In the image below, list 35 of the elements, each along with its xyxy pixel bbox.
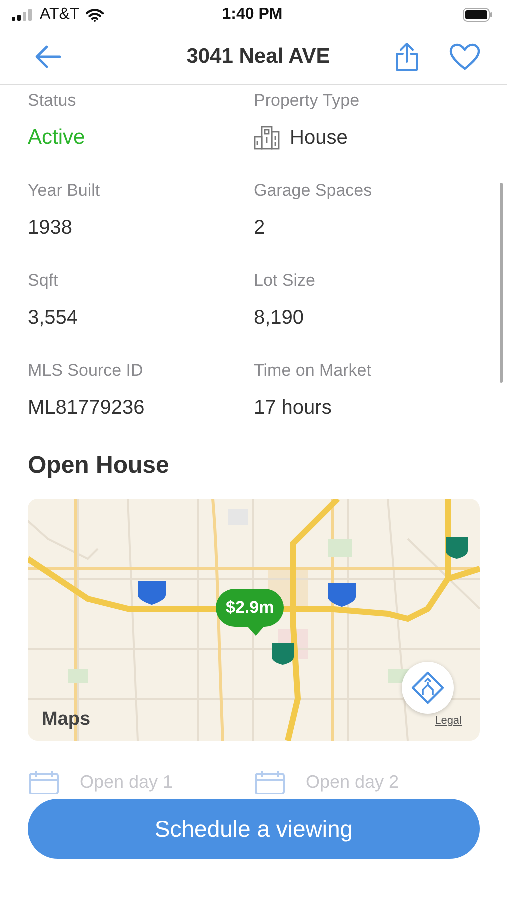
fact-value: Active [28,126,86,150]
fact-value: 2 [254,216,266,240]
directions-icon [411,671,445,705]
fact-value: 3,554 [28,306,78,330]
open-day-label: Open day 2 [306,772,400,792]
building-icon [254,126,280,150]
fact-label: Sqft [28,270,58,292]
fact-value: 1938 [28,216,72,240]
clock-time: 1:40 PM [221,6,284,24]
legal-link[interactable]: Legal [435,715,462,727]
fact-label: Garage Spaces [254,180,372,202]
battery-icon [462,8,493,22]
fact-label: Lot Size [254,270,316,292]
fact-value: House [290,126,348,150]
property-address-title: 3041 Neal AVE [186,45,332,69]
fact-label: Property Type [254,90,360,112]
fact-label: MLS Source ID [28,360,144,382]
pin-pointer-icon [248,627,264,636]
signal-icon [12,9,34,21]
calendar-icon [254,770,286,794]
wifi-icon [86,8,104,22]
map-attribution: Maps [42,709,91,731]
fact-label: Time on Market [254,360,372,382]
map-view[interactable]: Maps Legal $2.9m [28,499,480,741]
fact-label: Status [28,90,76,112]
share-icon [395,42,419,72]
fact-label: Year Built [28,180,100,202]
fact-value: ML81779236 [28,396,145,420]
open-day-label: Open day 1 [80,772,174,792]
section-heading: Open House [28,451,170,481]
carrier-name: AT&T [40,6,80,24]
back-arrow-icon [34,45,62,69]
fact-value: 17 hours [254,396,332,420]
calendar-icon [28,770,60,794]
fact-value: 8,190 [254,306,304,330]
